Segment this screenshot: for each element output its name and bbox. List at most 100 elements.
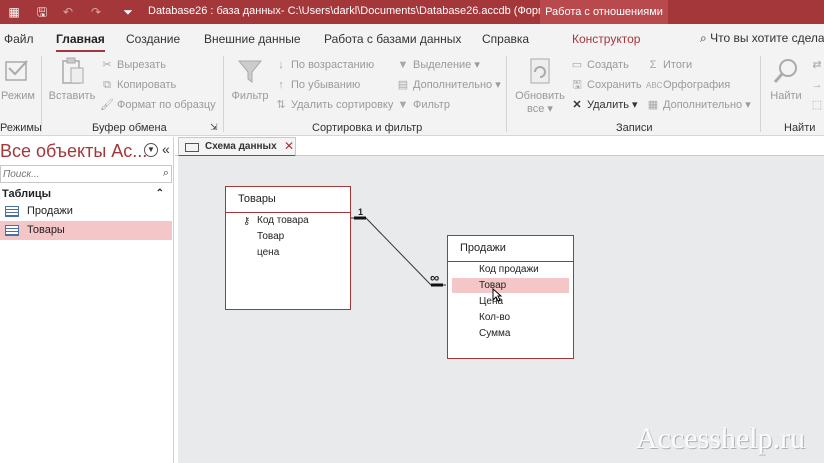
watermark: Accesshelp.ru xyxy=(636,422,806,455)
selection-label: Выделение xyxy=(413,59,472,71)
title-bar: ▦ 🖫 ↶ ↷ ⏷ Database26 : база данных- C:\U… xyxy=(0,0,824,24)
tab-create[interactable]: Создание xyxy=(126,32,180,46)
field-label: Код товара xyxy=(257,215,309,226)
format-painter-button[interactable]: 🖌 Формат по образцу xyxy=(100,96,216,114)
divider xyxy=(506,56,507,132)
goto-icon[interactable]: → xyxy=(810,76,824,94)
tell-me-label: Что вы хотите сдела xyxy=(710,31,824,45)
tab-file[interactable]: Файл xyxy=(4,32,34,46)
save-record-button[interactable]: 🖫 Сохранить xyxy=(570,76,642,94)
customize-qat-icon[interactable]: ⏷ xyxy=(120,4,136,20)
new-record-label: Создать xyxy=(587,59,629,71)
nav-item-prodazhi[interactable]: Продажи xyxy=(0,202,172,221)
redo-icon[interactable]: ↷ xyxy=(88,4,104,20)
advanced-filter-icon: ▤ xyxy=(397,79,409,91)
tell-me-box[interactable]: ⌕ Что вы хотите сдела xyxy=(700,31,824,46)
spelling-button[interactable]: ABCОрфография xyxy=(646,76,730,94)
navigation-pane: Все объекты Ac... ▼ « ⌕ Таблицы ⌃ Продаж… xyxy=(0,137,174,463)
sort-ascending-button[interactable]: ↓ По возрастанию xyxy=(274,56,374,74)
totals-label: Итоги xyxy=(663,59,693,71)
advanced-filter-button[interactable]: ▤ Дополнительно ▾ xyxy=(396,76,501,94)
paste-icon xyxy=(62,57,84,84)
select-icon[interactable]: ⬚ xyxy=(810,96,824,114)
format-painter-label: Формат по образцу xyxy=(117,99,216,111)
more-records-button[interactable]: ▦ Дополнительно ▾ xyxy=(646,96,751,114)
nav-collapse-icon[interactable]: « xyxy=(162,141,170,157)
field-item[interactable]: Сумма xyxy=(452,326,569,341)
group-label-views: Режимы xyxy=(0,122,42,134)
field-item-selected[interactable]: Товар xyxy=(452,278,569,293)
remove-sort-button[interactable]: ⇅ Удалить сортировку xyxy=(274,96,393,114)
sigma-icon: Σ xyxy=(649,59,657,71)
nav-item-label: Товары xyxy=(27,224,65,236)
nav-group-tables[interactable]: Таблицы ⌃ xyxy=(0,185,172,203)
delete-button[interactable]: ✕ Удалить ▾ xyxy=(570,96,637,114)
toggle-filter-label: Фильтр xyxy=(413,99,450,111)
filter-button[interactable]: Фильтр xyxy=(228,56,272,102)
relationships-canvas[interactable]: 1 ∞ Товары ⚷ Код товара Товар цена Прода… xyxy=(178,156,824,463)
copy-button[interactable]: ⧉ Копировать xyxy=(100,76,176,94)
access-app-icon: ▦ xyxy=(8,5,20,19)
spelling-label: Орфография xyxy=(663,79,731,91)
primary-key-icon: ⚷ xyxy=(243,216,251,227)
tab-relationships[interactable]: Схема данных ✕ xyxy=(178,137,296,157)
copy-icon: ⧉ xyxy=(103,79,111,91)
table-prodazhi[interactable]: Продажи Код продажи Товар Цена Кол-во Су… xyxy=(447,235,574,359)
sort-asc-icon: ↓ xyxy=(278,59,284,71)
group-label-sort-filter: Сортировка и фильтр xyxy=(312,122,423,134)
save-record-label: Сохранить xyxy=(587,79,642,91)
field-item[interactable]: Цена xyxy=(452,294,569,309)
close-icon[interactable]: ✕ xyxy=(284,139,294,153)
table-tovary[interactable]: Товары ⚷ Код товара Товар цена xyxy=(225,186,351,310)
more-records-icon: ▦ xyxy=(647,99,659,111)
find-button[interactable]: Найти xyxy=(766,56,806,102)
divider xyxy=(760,56,761,132)
document-tab-strip: Схема данных ✕ xyxy=(175,137,824,157)
selection-button[interactable]: ▼ Выделение ▾ xyxy=(396,56,480,74)
nav-search-box: ⌕ xyxy=(0,165,172,183)
brush-icon: 🖌 xyxy=(100,99,114,111)
save-icon[interactable]: 🖫 xyxy=(34,4,50,20)
funnel-icon xyxy=(237,60,263,83)
ribbon: Режим Режимы Вставить ✂ Вырезать ⧉ Копиров… xyxy=(0,52,824,136)
sort-descending-button[interactable]: ↑ По убыванию xyxy=(274,76,360,94)
window-title: Database26 : база данных- C:\Users\darkl… xyxy=(148,5,555,17)
nav-item-label: Продажи xyxy=(27,205,73,217)
one-side-label: 1 xyxy=(358,207,364,217)
field-item[interactable]: Кол-во xyxy=(452,310,569,325)
cut-button[interactable]: ✂ Вырезать xyxy=(100,56,166,74)
more-records-label: Дополнительно xyxy=(663,99,743,111)
tab-home[interactable]: Главная xyxy=(56,32,105,52)
view-button[interactable]: Режим xyxy=(0,56,36,102)
scissors-icon: ✂ xyxy=(102,59,112,71)
selection-icon: ▼ xyxy=(397,59,409,71)
collapse-group-icon[interactable]: ⌃ xyxy=(156,185,164,203)
tab-help[interactable]: Справка xyxy=(482,32,529,46)
tab-database-tools[interactable]: Работа с базами данных xyxy=(324,32,461,46)
toggle-filter-button[interactable]: ▼ Фильтр xyxy=(396,96,450,114)
paste-label: Вставить xyxy=(48,90,96,102)
paste-button[interactable]: Вставить xyxy=(48,56,96,102)
tab-external-data[interactable]: Внешние данные xyxy=(204,32,301,46)
field-label: Код продажи xyxy=(479,264,539,275)
undo-icon[interactable]: ↶ xyxy=(60,4,76,20)
new-record-button[interactable]: ▭ Создать xyxy=(570,56,629,74)
replace-icon[interactable]: ⇄ xyxy=(810,56,824,74)
field-item[interactable]: ⚷ Код товара xyxy=(230,213,346,228)
nav-item-tovary[interactable]: Товары xyxy=(0,221,172,240)
dialog-launcher-icon[interactable]: ⇲ xyxy=(210,118,218,136)
tab-design[interactable]: Конструктор xyxy=(572,32,640,46)
field-item[interactable]: цена xyxy=(230,245,346,260)
field-item[interactable]: Код продажи xyxy=(452,262,569,277)
table-icon xyxy=(5,225,19,236)
totals-button[interactable]: Σ Итоги xyxy=(646,56,693,74)
field-item[interactable]: Товар xyxy=(230,229,346,244)
group-label-clipboard: Буфер обмена xyxy=(92,122,167,134)
group-label-records: Записи xyxy=(616,122,653,134)
nav-search-input[interactable] xyxy=(1,166,151,182)
nav-dropdown-icon[interactable]: ▼ xyxy=(144,143,158,157)
search-icon[interactable]: ⌕ xyxy=(163,167,169,180)
ribbon-tabs: Файл Главная Создание Внешние данные Раб… xyxy=(0,24,824,52)
lightbulb-icon: ⌕ xyxy=(700,31,707,45)
refresh-all-button[interactable]: Обновить все ▾ xyxy=(512,56,568,115)
